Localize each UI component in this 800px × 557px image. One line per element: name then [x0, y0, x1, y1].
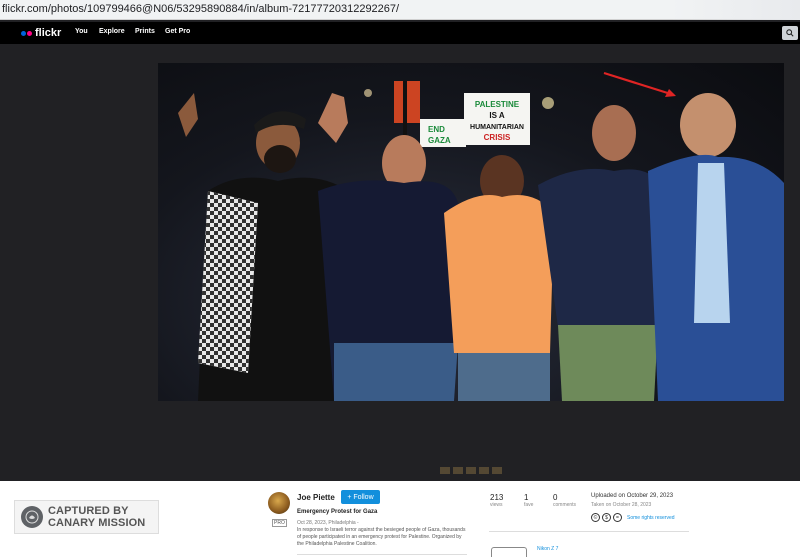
svg-text:END: END — [428, 125, 445, 134]
thumbnail[interactable] — [453, 467, 463, 474]
stat-views: 213 views — [490, 493, 503, 508]
nav-prints[interactable]: Prints — [135, 28, 155, 35]
rights-link[interactable]: Some rights reserved — [627, 515, 675, 521]
svg-text:GAZA: GAZA — [428, 136, 451, 145]
photo-title: Emergency Protest for Gaza — [297, 509, 378, 515]
canary-mission-watermark: CAPTURED BY CANARY MISSION — [14, 500, 159, 534]
views-count: 213 — [490, 493, 504, 502]
photo-strip-thumbnails[interactable] — [440, 467, 502, 474]
faves-count: 1 — [524, 493, 529, 502]
logo-text: flickr — [35, 27, 62, 39]
thumbnail[interactable] — [440, 467, 450, 474]
logo-blue-dot — [21, 30, 26, 36]
camera-icon — [491, 547, 527, 557]
main-photo[interactable]: PALESTINE IS A HUMANITARIAN CRISIS END G… — [158, 63, 784, 401]
comments-count: 0 — [553, 493, 558, 502]
watermark-text: CAPTURED BY CANARY MISSION — [48, 505, 145, 529]
divider — [297, 554, 467, 555]
thumbnail[interactable] — [479, 467, 489, 474]
watermark-line2: CANARY MISSION — [48, 517, 146, 529]
browser-address-bar[interactable]: flickr.com/photos/109799466@N06/53295890… — [0, 0, 800, 20]
taken-date: Taken on October 28, 2023 — [591, 502, 652, 508]
protest-scene: PALESTINE IS A HUMANITARIAN CRISIS END G… — [178, 71, 784, 401]
follow-button[interactable]: + Follow — [341, 490, 380, 504]
photo-date-location: Oct 28, 2023, Philadelphia - — [297, 520, 359, 526]
photo-description: In response to Israeli terror against th… — [297, 527, 466, 547]
license-info[interactable]: © $ = Some rights reserved — [591, 513, 675, 522]
svg-text:IS A: IS A — [489, 111, 504, 120]
svg-text:PALESTINE: PALESTINE — [475, 100, 520, 109]
nav-you[interactable]: You — [75, 28, 88, 35]
author-name[interactable]: Joe Piette — [297, 493, 335, 502]
svg-text:CRISIS: CRISIS — [484, 133, 511, 142]
flickr-logo[interactable]: flickr — [21, 27, 61, 39]
author-avatar[interactable] — [268, 492, 290, 514]
top-navigation: flickr You Explore Prints Get Pro — [0, 22, 800, 44]
nav-explore[interactable]: Explore — [99, 28, 125, 35]
search-button[interactable] — [782, 26, 798, 40]
uploaded-date: Uploaded on October 29, 2023 — [591, 493, 674, 499]
nav-get-pro[interactable]: Get Pro — [165, 28, 190, 35]
views-label: views — [490, 502, 503, 508]
pro-badge: PRO — [272, 519, 287, 527]
cc-attribution-icon: © — [591, 513, 600, 522]
watermark-line1: CAPTURED BY — [48, 505, 129, 517]
stat-comments: 0 comments — [553, 493, 576, 508]
logo-pink-dot — [27, 30, 32, 36]
cc-noncommercial-icon: $ — [602, 513, 611, 522]
url-text[interactable]: flickr.com/photos/109799466@N06/53295890… — [2, 3, 399, 15]
svg-text:HUMANITARIAN: HUMANITARIAN — [470, 124, 524, 131]
canary-seal-icon — [21, 506, 43, 528]
thumbnail[interactable] — [492, 467, 502, 474]
camera-model-link[interactable]: Nikon Z 7 — [537, 546, 558, 552]
cc-noderivs-icon: = — [613, 513, 622, 522]
stat-faves: 1 fave — [524, 493, 533, 508]
comments-label: comments — [553, 502, 577, 508]
faves-label: fave — [524, 502, 534, 508]
thumbnail[interactable] — [466, 467, 476, 474]
address-bar-fade — [670, 0, 800, 20]
search-icon — [786, 29, 794, 37]
divider — [489, 531, 689, 532]
